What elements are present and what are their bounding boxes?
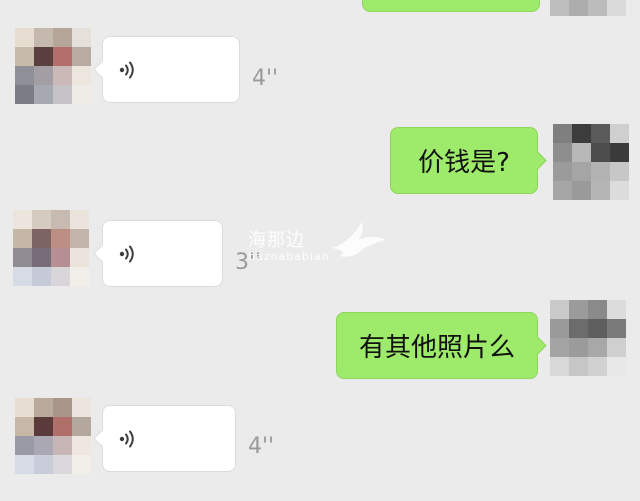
avatar-self[interactable]: [550, 300, 626, 376]
bubble-tail: [93, 60, 112, 79]
voice-wave-icon: [119, 245, 134, 262]
bubble-tail: [93, 244, 112, 263]
avatar-contact[interactable]: [13, 210, 89, 286]
bubble-tail: [93, 429, 112, 448]
avatar-self-top[interactable]: [550, 0, 626, 16]
incoming-voice-message[interactable]: [93, 405, 236, 472]
message-text: 有其他照片么: [358, 333, 515, 363]
incoming-voice-message[interactable]: [93, 220, 223, 287]
voice-duration: 4'': [252, 66, 279, 91]
incoming-voice-message[interactable]: [93, 36, 240, 103]
outgoing-text-message[interactable]: 价钱是?: [390, 127, 547, 194]
watermark-title: 海那边: [248, 230, 305, 251]
voice-wave-icon: [119, 61, 134, 78]
chat-view: 4'' 价钱是? 3'' 海那边 haznababian 有其他照片么 4'': [0, 0, 640, 501]
voice-duration: 4'': [248, 434, 275, 459]
message-text: 价钱是?: [418, 148, 510, 178]
avatar-contact[interactable]: [15, 398, 91, 474]
voice-wave-icon: [119, 430, 134, 447]
avatar-contact[interactable]: [15, 28, 91, 104]
voice-duration: 3'': [235, 250, 262, 275]
outgoing-message-bubble-partial[interactable]: [362, 0, 540, 12]
outgoing-text-message[interactable]: 有其他照片么: [336, 312, 547, 379]
bird-logo-icon: [332, 222, 386, 257]
avatar-self[interactable]: [553, 124, 629, 200]
